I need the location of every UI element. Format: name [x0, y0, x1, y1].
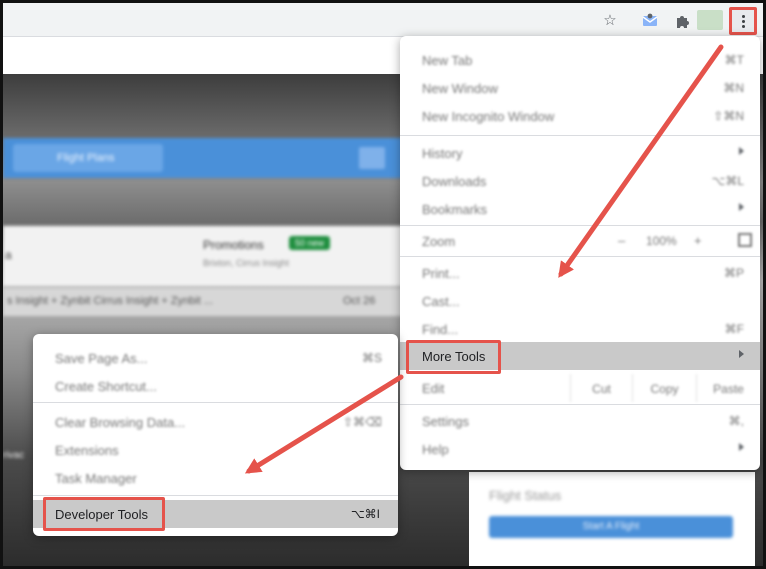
menu-item-label: Help — [422, 442, 449, 457]
chevron-right-icon — [739, 443, 744, 451]
menu-separator — [400, 225, 760, 226]
browser-toolbar: ☆ — [3, 3, 763, 37]
menu-item-shortcut: ⌘N — [723, 81, 744, 95]
submenu-item-task-manager[interactable]: Task Manager — [33, 464, 398, 492]
more-tools-highlight-box — [406, 340, 501, 374]
menu-item-print[interactable]: Print... ⌘P — [400, 259, 760, 287]
kebab-menu-icon[interactable] — [729, 7, 757, 35]
menu-item-cast[interactable]: Cast... — [400, 287, 760, 315]
menu-item-find[interactable]: Find... ⌘F — [400, 315, 760, 343]
paste-button[interactable]: Paste — [696, 374, 760, 402]
submenu-item-save-page[interactable]: Save Page As... ⌘S — [33, 344, 398, 372]
background-promo-sub: Brixton, Cirrus Insight — [203, 258, 290, 268]
submenu-item-extensions[interactable]: Extensions — [33, 436, 398, 464]
menu-item-label: Extensions — [55, 443, 119, 458]
zoom-in-button[interactable]: + — [694, 233, 702, 248]
menu-item-shortcut: ⌘, — [728, 414, 744, 428]
menu-item-shortcut: ⌘T — [724, 53, 744, 67]
menu-item-bookmarks[interactable]: Bookmarks — [400, 195, 760, 223]
menu-item-settings[interactable]: Settings ⌘, — [400, 407, 760, 435]
menu-item-label: New Incognito Window — [422, 109, 555, 124]
menu-separator — [400, 404, 760, 405]
menu-item-label: New Window — [422, 81, 498, 96]
copy-button[interactable]: Copy — [632, 374, 696, 402]
menu-item-downloads[interactable]: Downloads ⌥⌘L — [400, 167, 760, 195]
start-flight-button: Start A Flight — [489, 516, 733, 538]
menu-item-label: Settings — [422, 414, 469, 429]
menu-separator — [33, 495, 398, 496]
menu-item-edit: Edit Cut Copy Paste — [400, 374, 760, 402]
menu-item-label: Cast... — [422, 294, 460, 309]
menu-item-label: Downloads — [422, 174, 487, 189]
star-icon[interactable]: ☆ — [599, 9, 621, 31]
menu-item-label: Bookmarks — [422, 202, 488, 217]
menu-item-help[interactable]: Help — [400, 435, 760, 463]
menu-item-shortcut: ⌘S — [361, 351, 382, 365]
menu-item-shortcut: ⇧⌘⌫ — [342, 415, 382, 429]
menu-item-history[interactable]: History — [400, 139, 760, 167]
mail-extension-icon[interactable] — [639, 9, 661, 31]
chevron-right-icon — [739, 147, 744, 155]
edit-label: Edit — [422, 381, 445, 396]
chevron-right-icon — [739, 350, 744, 358]
background-card: Promotions 50 new Brixton, Cirrus Insigh… — [3, 226, 403, 286]
background-privacy-text: rivac — [3, 450, 25, 461]
developer-tools-highlight-box — [43, 497, 165, 531]
screenshot-frame: ☆ Flight Plans Promotions 50 new Brixton… — [0, 0, 766, 569]
background-promotions-label: Promotions — [203, 238, 264, 252]
flight-status-title: Flight Status — [489, 488, 562, 503]
menu-item-label: Find... — [422, 322, 459, 337]
background-row-text: s Insight + Zynbit Cirrus Insight + Zynb… — [7, 295, 214, 307]
cut-button[interactable]: Cut — [570, 374, 632, 402]
chrome-main-menu: New Tab ⌘T New Window ⌘N New Incognito W… — [400, 36, 760, 470]
menu-item-label: Create Shortcut... — [55, 379, 157, 394]
background-flight-panel: Flight Status Start A Flight — [469, 472, 755, 566]
zoom-controls: – 100% + — [590, 227, 760, 255]
menu-item-label: Task Manager — [55, 471, 137, 486]
background-square-button — [359, 147, 385, 169]
zoom-value: 100% — [646, 234, 677, 248]
menu-item-zoom: Zoom – 100% + — [400, 227, 760, 255]
submenu-item-clear-browsing-data[interactable]: Clear Browsing Data... ⇧⌘⌫ — [33, 408, 398, 436]
menu-item-label: Save Page As... — [55, 351, 148, 366]
menu-item-label: New Tab — [422, 53, 473, 68]
zoom-out-button[interactable]: – — [618, 233, 625, 248]
zoom-label: Zoom — [422, 234, 456, 249]
fullscreen-icon[interactable] — [738, 233, 752, 247]
background-promo-badge: 50 new — [289, 236, 331, 250]
menu-item-new-tab[interactable]: New Tab ⌘T — [400, 46, 760, 74]
menu-separator — [400, 256, 760, 257]
menu-item-shortcut: ⇧⌘N — [713, 109, 744, 123]
menu-separator — [33, 402, 398, 403]
submenu-item-create-shortcut[interactable]: Create Shortcut... — [33, 372, 398, 400]
menu-item-shortcut: ⌘P — [723, 266, 744, 280]
background-flight-plans-button: Flight Plans — [13, 144, 163, 172]
background-blue-bar: Flight Plans — [3, 138, 403, 178]
menu-item-new-window[interactable]: New Window ⌘N — [400, 74, 760, 102]
profile-avatar[interactable] — [697, 10, 723, 30]
menu-separator — [400, 135, 760, 136]
background-left-text: a — [5, 248, 12, 262]
background-email-row: s Insight + Zynbit Cirrus Insight + Zynb… — [3, 288, 403, 316]
puzzle-icon[interactable] — [671, 9, 693, 31]
menu-item-shortcut: ⌘F — [724, 322, 744, 336]
background-row-date: Oct 26 — [343, 295, 376, 307]
menu-item-shortcut: ⌥⌘I — [350, 507, 380, 521]
menu-item-label: Clear Browsing Data... — [55, 415, 186, 430]
menu-item-label: Print... — [422, 266, 460, 281]
menu-item-label: History — [422, 146, 463, 161]
chevron-right-icon — [739, 203, 744, 211]
menu-item-shortcut: ⌥⌘L — [711, 174, 744, 188]
menu-item-new-incognito-window[interactable]: New Incognito Window ⇧⌘N — [400, 102, 760, 130]
